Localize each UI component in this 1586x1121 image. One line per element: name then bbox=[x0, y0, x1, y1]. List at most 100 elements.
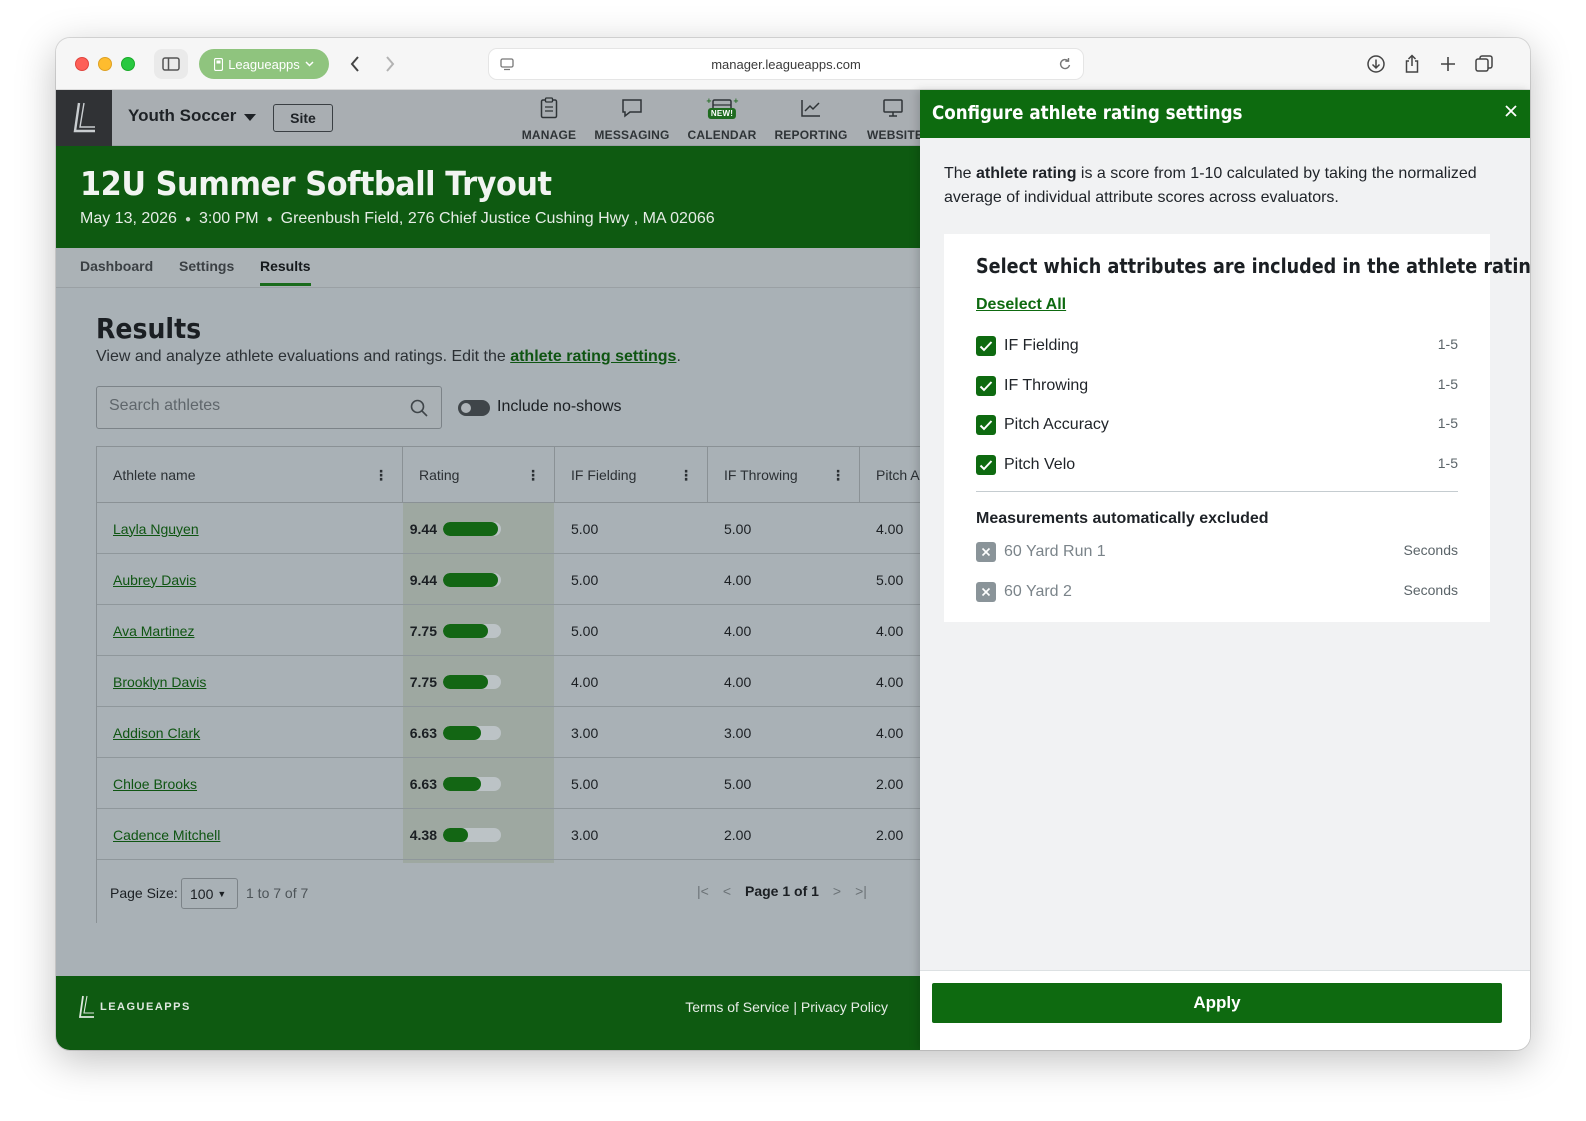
attribute-row[interactable]: IF Fielding 1-5 bbox=[976, 334, 1458, 358]
footer-links[interactable]: Terms of Service | Privacy Policy bbox=[685, 999, 888, 1015]
page-size-value: 100 bbox=[190, 885, 214, 902]
excluded-x-icon bbox=[976, 582, 996, 602]
excluded-x-icon bbox=[976, 542, 996, 562]
results-desc-suffix: . bbox=[676, 348, 681, 365]
nav-messaging-label: MESSAGING bbox=[594, 128, 670, 142]
zoom-window-button[interactable] bbox=[121, 57, 135, 71]
reload-icon[interactable] bbox=[1058, 56, 1072, 75]
col-athlete-name[interactable]: Athlete name ⋮ bbox=[97, 447, 403, 503]
download-icon bbox=[1367, 55, 1385, 73]
rating-bar bbox=[443, 674, 501, 689]
grid-pagination: Page Size: 100 ▼ 1 to 7 of 7 |< < Page 1… bbox=[97, 863, 920, 923]
table-row: Brooklyn Davis 7.75 4.00 4.00 4.00 bbox=[97, 656, 920, 707]
nav-messaging[interactable]: MESSAGING bbox=[594, 96, 670, 142]
downloads-button[interactable] bbox=[1361, 49, 1391, 79]
first-page-icon[interactable]: |< bbox=[697, 883, 709, 899]
drawer-header: Configure athlete rating settings bbox=[920, 90, 1530, 138]
rating-value: 6.63 bbox=[409, 724, 437, 741]
minimize-window-button[interactable] bbox=[98, 57, 112, 71]
athlete-name-link[interactable]: Chloe Brooks bbox=[113, 776, 197, 792]
site-button[interactable]: Site bbox=[273, 104, 333, 132]
if-fielding-cell: 3.00 bbox=[571, 826, 599, 843]
forward-button[interactable] bbox=[376, 49, 404, 79]
attribute-row[interactable]: Pitch Accuracy 1-5 bbox=[976, 413, 1458, 437]
athlete-name-cell: Addison Clark bbox=[113, 707, 200, 758]
rating-cell: 7.75 bbox=[403, 605, 501, 656]
include-no-shows-toggle[interactable] bbox=[458, 400, 490, 416]
close-icon[interactable] bbox=[1504, 104, 1518, 123]
last-page-icon[interactable]: >| bbox=[855, 883, 867, 899]
excluded-unit: Seconds bbox=[1403, 542, 1458, 558]
deselect-all-link[interactable]: Deselect All bbox=[976, 296, 1066, 314]
if-fielding-cell: 5.00 bbox=[571, 622, 599, 639]
column-menu-icon[interactable]: ⋮ bbox=[374, 467, 388, 484]
column-menu-icon[interactable]: ⋮ bbox=[526, 467, 540, 484]
col-if-throwing[interactable]: IF Throwing ⋮ bbox=[708, 447, 860, 503]
column-menu-icon[interactable]: ⋮ bbox=[679, 467, 693, 484]
nav-reporting[interactable]: REPORTING bbox=[774, 96, 847, 142]
search-icon[interactable] bbox=[409, 398, 429, 423]
athlete-name-link[interactable]: Addison Clark bbox=[113, 725, 200, 741]
rating-cell: 6.63 bbox=[403, 758, 501, 809]
event-meta: May 13, 2026 ● 3:00 PM ● Greenbush Field… bbox=[80, 210, 715, 228]
search-athletes-input[interactable] bbox=[109, 397, 399, 415]
sidebar-toggle-button[interactable] bbox=[154, 49, 188, 79]
pitch-accuracy-cell: 4.00 bbox=[876, 520, 904, 537]
if-throwing-cell: 5.00 bbox=[724, 775, 752, 792]
athlete-name-link[interactable]: Ava Martinez bbox=[113, 623, 194, 639]
back-button[interactable] bbox=[341, 49, 369, 79]
attributes-card-title: Select which attributes are included in … bbox=[976, 254, 1530, 278]
nav-manage[interactable]: MANAGE bbox=[522, 96, 576, 142]
tab-settings[interactable]: Settings bbox=[179, 258, 234, 274]
rating-bar bbox=[443, 572, 501, 587]
athlete-name-link[interactable]: Cadence Mitchell bbox=[113, 827, 220, 843]
checkbox-checked-icon[interactable] bbox=[976, 336, 996, 356]
checkbox-checked-icon[interactable] bbox=[976, 455, 996, 475]
svg-text:+: + bbox=[733, 97, 739, 105]
rating-value: 6.63 bbox=[409, 775, 437, 792]
page-size-select[interactable]: 100 ▼ bbox=[181, 878, 238, 909]
chevron-right-icon bbox=[386, 56, 395, 72]
share-button[interactable] bbox=[1397, 49, 1427, 79]
footer-logo[interactable]: LEAGUEAPPS bbox=[76, 994, 191, 1020]
table-row: Addison Clark 6.63 3.00 3.00 4.00 bbox=[97, 707, 920, 758]
rating-cell: 7.75 bbox=[403, 656, 501, 707]
attribute-label: Pitch Velo bbox=[1004, 456, 1076, 473]
profile-switcher[interactable]: Leagueapps bbox=[199, 49, 329, 79]
col-pitch-accuracy[interactable]: Pitch A bbox=[860, 447, 920, 503]
col-rating[interactable]: Rating ⋮ bbox=[403, 447, 555, 503]
org-name[interactable]: Youth Soccer bbox=[128, 106, 236, 126]
apply-button[interactable]: Apply bbox=[932, 983, 1502, 1023]
tab-results[interactable]: Results bbox=[260, 258, 311, 286]
checkbox-checked-icon[interactable] bbox=[976, 415, 996, 435]
browser-toolbar: Leagueapps manager.leagueapps.com bbox=[56, 38, 1530, 90]
athlete-rating-settings-link[interactable]: athlete rating settings bbox=[510, 348, 676, 365]
rating-bar bbox=[443, 521, 501, 536]
org-dropdown-caret-icon[interactable] bbox=[244, 114, 256, 121]
athlete-name-link[interactable]: Brooklyn Davis bbox=[113, 674, 206, 690]
close-window-button[interactable] bbox=[75, 57, 89, 71]
col-if-fielding[interactable]: IF Fielding ⋮ bbox=[555, 447, 708, 503]
attribute-row[interactable]: IF Throwing 1-5 bbox=[976, 374, 1458, 398]
page-settings-icon[interactable] bbox=[500, 57, 514, 74]
excluded-label: 60 Yard 2 bbox=[1004, 583, 1072, 600]
athlete-name-link[interactable]: Aubrey Davis bbox=[113, 572, 196, 588]
leagueapps-logo[interactable] bbox=[56, 90, 112, 146]
intro-prefix: The bbox=[944, 165, 977, 182]
tab-overview-button[interactable] bbox=[1469, 49, 1499, 79]
if-throwing-cell: 4.00 bbox=[724, 673, 752, 690]
nav-calendar[interactable]: + + NEW! CALENDAR bbox=[688, 96, 757, 142]
next-page-icon[interactable]: > bbox=[833, 883, 841, 899]
rating-bar-fill bbox=[443, 623, 488, 638]
prev-page-icon[interactable]: < bbox=[723, 883, 731, 899]
column-menu-icon[interactable]: ⋮ bbox=[831, 467, 845, 484]
athlete-name-link[interactable]: Layla Nguyen bbox=[113, 521, 199, 537]
checkbox-checked-icon[interactable] bbox=[976, 376, 996, 396]
address-bar[interactable]: manager.leagueapps.com bbox=[488, 48, 1084, 80]
nav-website[interactable]: WEBSITE bbox=[867, 96, 923, 142]
new-tab-button[interactable] bbox=[1433, 49, 1463, 79]
attribute-row[interactable]: Pitch Velo 1-5 bbox=[976, 453, 1458, 477]
drawer-intro: The athlete rating is a score from 1-10 … bbox=[944, 162, 1484, 210]
attribute-label: IF Throwing bbox=[1004, 377, 1089, 394]
tab-dashboard[interactable]: Dashboard bbox=[80, 258, 153, 274]
